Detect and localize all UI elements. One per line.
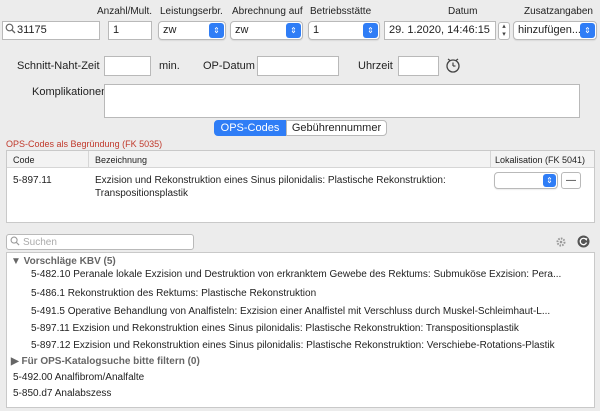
col-code[interactable]: Code (13, 155, 35, 165)
list-item-text: Exzision und Rekonstruktion eines Sinus … (72, 323, 519, 334)
search-code-value: 31175 (17, 24, 47, 36)
list-item-code: 5-491.5 (31, 306, 65, 317)
betrieb-value: 1 (313, 24, 320, 36)
remove-row-button[interactable]: — (561, 172, 581, 189)
list-item-code: 5-897.12 (31, 340, 71, 351)
list-item-code: 5-486.1 (31, 288, 65, 299)
col-bezeichnung[interactable]: Bezeichnung (95, 155, 147, 165)
ops-row-desc-line1[interactable]: Exzision und Rekonstruktion eines Sinus … (95, 175, 485, 186)
datum-value: 29. 1.2020, 14:46:15 (389, 24, 490, 36)
datum-label: Datum (448, 6, 478, 17)
clock-icon[interactable] (444, 56, 462, 74)
ops-datum-label: OP-Datum (203, 60, 255, 72)
search-icon (10, 236, 20, 249)
column-divider (88, 151, 89, 168)
kompl-field[interactable] (104, 84, 580, 118)
leistung-value: zw (163, 24, 177, 36)
list-item-text: Rekonstruktion des Rektums: Plastische R… (67, 288, 317, 299)
list-item[interactable]: 5-492.00 Analfibrom/Analfalte (13, 372, 573, 383)
refresh-icon[interactable] (577, 235, 590, 248)
min-unit: min. (159, 60, 180, 72)
column-divider (490, 151, 491, 168)
kompl-label: Komplikationen (32, 86, 108, 98)
list-item[interactable]: 5-897.12 Exzision und Rekonstruktion ein… (31, 340, 591, 351)
catalog-list: ▼ Vorschläge KBV (5) 5-482.10 Peranale l… (6, 252, 595, 408)
uhrzeit-field[interactable] (398, 56, 439, 76)
list-item-text: Operative Behandlung von Analfisteln: Ex… (67, 306, 551, 317)
search-icon (5, 23, 16, 37)
list-item[interactable]: 5-482.10 Peranale lokale Exzision und De… (31, 269, 591, 280)
updown-chevron-icon: ⇕ (580, 23, 595, 38)
abrechnung-value: zw (235, 24, 249, 36)
tab-gebuehren[interactable]: Gebührennummer (286, 120, 387, 136)
ops-section-title: OPS-Codes als Begründung (FK 5035) (6, 139, 163, 149)
ops-row-code[interactable]: 5-897.11 (13, 175, 52, 186)
tab-ops-codes[interactable]: OPS-Codes (214, 120, 286, 136)
updown-chevron-icon: ⇕ (209, 23, 224, 38)
list-item-text: Analabszess (54, 388, 112, 399)
zusatz-select[interactable]: hinzufügen... ⇕ (513, 21, 597, 40)
betrieb-select[interactable]: 1 ⇕ (308, 21, 380, 40)
leistung-select[interactable]: zw ⇕ (158, 21, 226, 40)
col-lokalisation[interactable]: Lokalisation (FK 5041) (495, 155, 585, 165)
datum-stepper[interactable]: ▴ ▾ (498, 22, 510, 40)
datum-field[interactable]: 29. 1.2020, 14:46:15 (384, 21, 496, 40)
settings-gear-icon[interactable] (555, 236, 567, 248)
updown-chevron-icon: ⇕ (286, 23, 301, 38)
updown-chevron-icon: ⇕ (363, 23, 378, 38)
ops-datum-field[interactable] (257, 56, 339, 76)
betrieb-label: Betriebsstätte (310, 6, 372, 17)
search-code-field[interactable]: 31175 (2, 21, 100, 40)
group-filter-header[interactable]: ▶ Für OPS-Katalogsuche bitte filtern (0) (11, 356, 200, 367)
updown-chevron-icon: ⇕ (543, 174, 556, 187)
list-item[interactable]: 5-491.5 Operative Behandlung von Analfis… (31, 306, 591, 317)
anzahl-label: Anzahl/Mult. (97, 6, 153, 17)
uhrzeit-label: Uhrzeit (358, 60, 393, 72)
anzahl-field[interactable]: 1 (108, 21, 152, 40)
group-kbv-header[interactable]: ▼ Vorschläge KBV (5) (11, 256, 116, 267)
list-item-code: 5-897.11 (31, 323, 70, 334)
list-item[interactable]: 5-850.d7 Analabszess (13, 388, 573, 399)
ops-row-desc-line2[interactable]: Transpositionsplastik (95, 188, 485, 199)
abrechnung-label: Abrechnung auf (232, 6, 303, 17)
list-item-code: 5-482.10 (31, 269, 71, 280)
list-item[interactable]: 5-897.11 Exzision und Rekonstruktion ein… (31, 323, 591, 334)
snz-label: Schnitt-Naht-Zeit (17, 60, 100, 72)
lokalisation-select[interactable]: ⇕ (494, 172, 558, 189)
list-item-text: Exzision und Rekonstruktion eines Sinus … (73, 340, 555, 351)
list-item-code: 5-850.d7 (13, 388, 53, 399)
list-item-text: Analfibrom/Analfalte (54, 372, 145, 383)
list-item-text: Peranale lokale Exzision und Destruktion… (73, 269, 562, 280)
list-item-code: 5-492.00 (13, 372, 53, 383)
ops-table: Code Bezeichnung Lokalisation (FK 5041) … (6, 150, 595, 223)
leistung-label: Leistungserbr. (160, 6, 223, 17)
catalog-search-field[interactable]: Suchen (6, 234, 194, 250)
catalog-search-placeholder: Suchen (23, 237, 57, 248)
anzahl-value: 1 (113, 24, 120, 36)
abrechnung-select[interactable]: zw ⇕ (230, 21, 303, 40)
snz-field[interactable] (104, 56, 151, 76)
list-item[interactable]: 5-486.1 Rekonstruktion des Rektums: Plas… (31, 288, 591, 299)
zusatz-value: hinzufügen... (518, 24, 581, 36)
zusatz-label: Zusatzangaben (524, 6, 593, 17)
